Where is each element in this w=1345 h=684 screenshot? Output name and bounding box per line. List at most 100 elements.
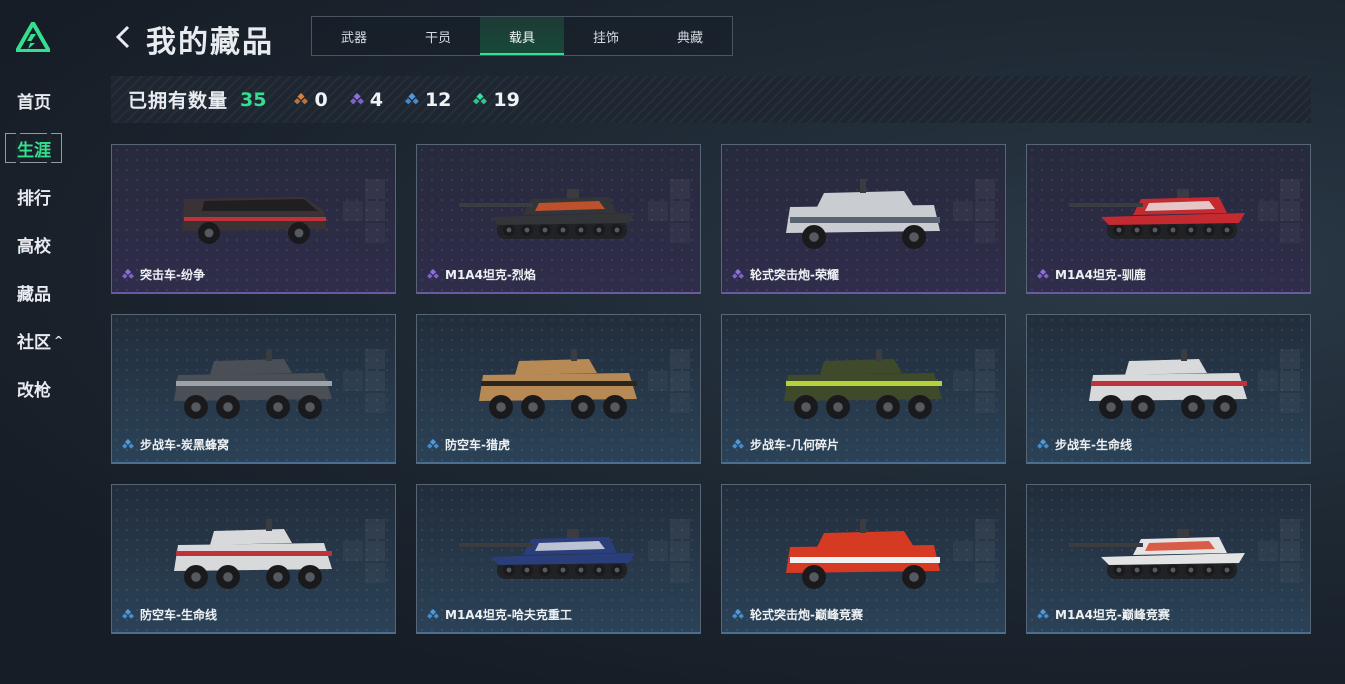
card-deco [975, 179, 995, 199]
back-arrow-icon[interactable] [112, 22, 134, 52]
vehicle-card[interactable]: M1A4坦克-烈焰 [416, 144, 701, 294]
vehicle-name: M1A4坦克-巅峰竞赛 [1037, 606, 1170, 623]
purple-gem-icon [732, 268, 744, 279]
rarity-count-value: 12 [424, 88, 452, 111]
vehicle-card[interactable]: 突击车-纷争 [111, 144, 396, 294]
sidebar-item-label: 社区 [17, 332, 51, 353]
rarity-count-value: 19 [493, 88, 520, 111]
vehicle-name: 步战车-生命线 [1037, 436, 1132, 453]
blue-gem-icon [122, 438, 134, 449]
vehicle-card[interactable]: 防空车-猎虎 [416, 314, 701, 464]
sidebar-item-community[interactable]: 社区 ^ [0, 316, 88, 364]
vehicle-name-label: M1A4坦克-巅峰竞赛 [1055, 608, 1170, 622]
rarity-count: 0 [294, 89, 328, 111]
tank-icon [1069, 189, 1245, 239]
owned-count-label: 已拥有数量 [128, 90, 229, 112]
sidebar-item-ranking[interactable]: 排行 [0, 172, 88, 220]
game-logo-icon[interactable] [16, 22, 50, 52]
vehicle-card[interactable]: 轮式突击炮-荣耀 [721, 144, 1006, 294]
vehicle-card[interactable]: 步战车-炭黑蜂窝 [111, 314, 396, 464]
sidebar-item-label: 高校 [17, 236, 51, 257]
card-deco [1280, 349, 1300, 369]
purple-gem-icon [349, 92, 364, 104]
tab-0[interactable]: 武器 [312, 17, 396, 55]
vehicle-card[interactable]: M1A4坦克-驯鹿 [1026, 144, 1311, 294]
vehicle-name-label: 步战车-几何碎片 [750, 438, 839, 452]
vehicle-card[interactable]: 步战车-生命线 [1026, 314, 1311, 464]
card-deco [670, 349, 690, 369]
sidebar: 首页 生涯 排行 高校 藏品 社区 ^ 改枪 [0, 0, 88, 684]
green-gem-icon [473, 92, 488, 104]
vehicle-name-label: 防空车-猎虎 [445, 438, 510, 452]
vehicle-name-label: 步战车-炭黑蜂窝 [140, 438, 229, 452]
sidebar-item-home[interactable]: 首页 [0, 76, 88, 124]
blue-gem-icon [1037, 438, 1049, 449]
apc-icon [784, 349, 942, 419]
vehicle-card[interactable]: M1A4坦克-巅峰竞赛 [1026, 484, 1311, 634]
chevron-up-icon: ^ [54, 333, 64, 347]
wheeled-gun-icon [786, 179, 940, 249]
tank-icon [459, 529, 635, 579]
blue-gem-icon [1037, 608, 1049, 619]
sidebar-item-gunsmith[interactable]: 改枪 [0, 364, 88, 412]
vehicle-name-label: 防空车-生命线 [140, 608, 217, 622]
vehicle-name: 防空车-猎虎 [427, 436, 510, 453]
vehicle-name: M1A4坦克-驯鹿 [1037, 266, 1146, 283]
vehicle-name: 步战车-炭黑蜂窝 [122, 436, 229, 453]
tab-4[interactable]: 典藏 [648, 17, 732, 55]
vehicle-name: 突击车-纷争 [122, 266, 205, 283]
card-deco [975, 349, 995, 369]
vehicle-name-label: M1A4坦克-烈焰 [445, 268, 536, 282]
vehicle-name-label: 突击车-纷争 [140, 268, 205, 282]
card-deco [365, 519, 385, 539]
vehicle-name: 步战车-几何碎片 [732, 436, 839, 453]
rarity-count: 4 [349, 89, 383, 111]
card-deco [975, 519, 995, 539]
card-deco [1280, 179, 1300, 199]
tab-2[interactable]: 载具 [480, 17, 564, 55]
blue-gem-icon [732, 608, 744, 619]
category-tabs: 武器 干员 载具 挂饰 典藏 [311, 16, 733, 56]
card-deco [365, 179, 385, 199]
sidebar-item-label: 生涯 [17, 140, 51, 161]
wheeled-gun-icon [786, 519, 940, 589]
vehicle-name-label: M1A4坦克-驯鹿 [1055, 268, 1146, 282]
vehicle-card[interactable]: 轮式突击炮-巅峰竞赛 [721, 484, 1006, 634]
sidebar-item-college[interactable]: 高校 [0, 220, 88, 268]
vehicle-card[interactable]: 步战车-几何碎片 [721, 314, 1006, 464]
sidebar-item-career[interactable]: 生涯 [0, 124, 88, 172]
blue-gem-icon [405, 92, 419, 104]
vehicle-name-label: 轮式突击炮-巅峰竞赛 [750, 608, 863, 622]
sidebar-item-label: 排行 [17, 188, 51, 209]
assault-car-icon [182, 197, 326, 244]
purple-gem-icon [427, 268, 439, 279]
blue-gem-icon [427, 608, 439, 619]
vehicle-name: M1A4坦克-哈夫克重工 [427, 606, 572, 623]
vehicle-name: 轮式突击炮-荣耀 [732, 266, 839, 283]
tank-icon [459, 189, 635, 239]
sidebar-item-collection[interactable]: 藏品 [0, 268, 88, 316]
card-deco [365, 349, 385, 369]
card-deco [670, 519, 690, 539]
vehicle-name: M1A4坦克-烈焰 [427, 266, 536, 283]
vehicle-card[interactable]: M1A4坦克-哈夫克重工 [416, 484, 701, 634]
apc-icon [174, 519, 332, 589]
blue-gem-icon [427, 438, 439, 449]
sidebar-item-label: 首页 [17, 92, 51, 113]
rarity-counts: 0 4 12 19 [294, 89, 541, 111]
blue-gem-icon [122, 608, 134, 619]
vehicle-name-label: M1A4坦克-哈夫克重工 [445, 608, 572, 622]
apc-icon [1089, 349, 1247, 419]
sidebar-item-label: 改枪 [17, 380, 51, 401]
blue-gem-icon [732, 438, 744, 449]
page-title: 我的藏品 [146, 25, 274, 60]
card-deco [670, 179, 690, 199]
vehicle-name: 防空车-生命线 [122, 606, 217, 623]
apc-icon [174, 349, 332, 419]
vehicle-name-label: 轮式突击炮-荣耀 [750, 268, 839, 282]
vehicle-name: 轮式突击炮-巅峰竞赛 [732, 606, 863, 623]
tab-3[interactable]: 挂饰 [564, 17, 648, 55]
tab-1[interactable]: 干员 [396, 17, 480, 55]
card-deco [1280, 519, 1300, 539]
vehicle-card[interactable]: 防空车-生命线 [111, 484, 396, 634]
